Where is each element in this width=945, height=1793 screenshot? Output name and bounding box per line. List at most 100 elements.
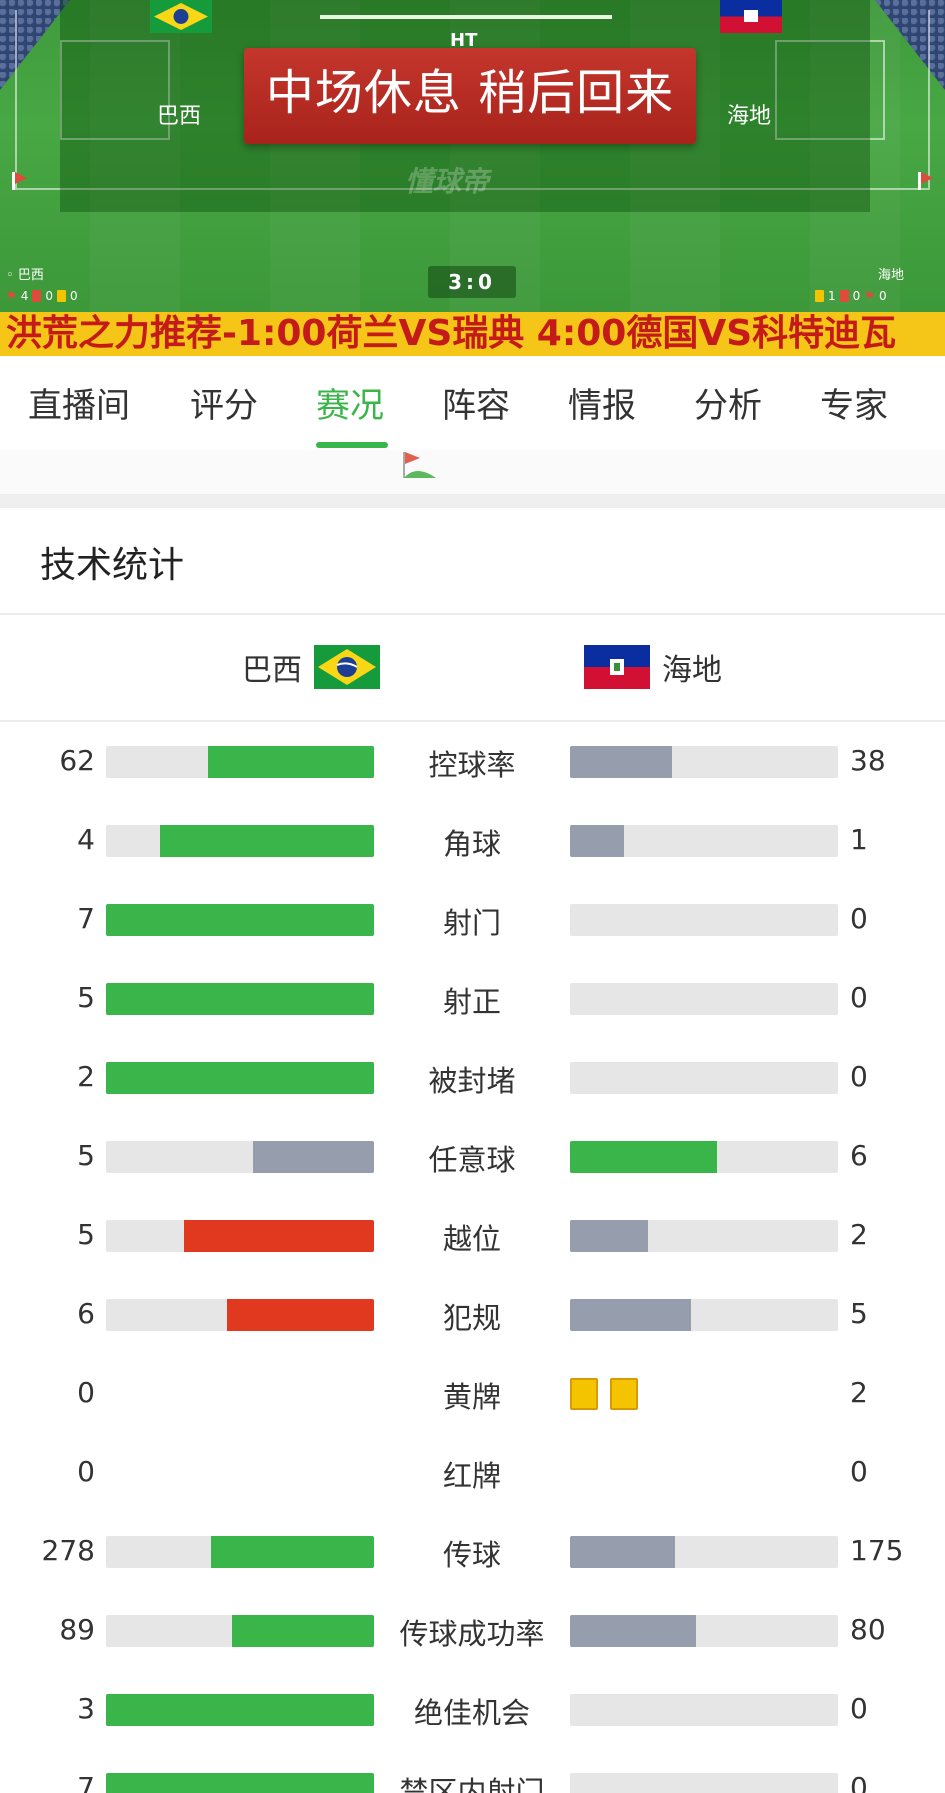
tab-intel[interactable]: 情报 (568, 378, 636, 438)
away-stat-value: 0 (850, 902, 868, 935)
corner-flag-icon (403, 452, 436, 478)
away-stat-bar-track (570, 1299, 838, 1331)
home-stat-value: 4 (77, 823, 95, 856)
stat-label: 红牌 (442, 1459, 501, 1493)
home-stat-value: 5 (77, 1139, 95, 1172)
mini-home-team: ◦ 巴西 (6, 268, 44, 283)
tab-analysis[interactable]: 分析 (694, 378, 762, 438)
away-stat-value: 6 (850, 1139, 868, 1172)
yellow-card-icon (570, 1378, 598, 1410)
tab-lineup[interactable]: 阵容 (442, 378, 510, 438)
stat-row: 0 黄牌 2 (0, 1354, 945, 1433)
stat-row: 278 传球 175 (0, 1512, 945, 1591)
home-stat-bar (106, 983, 374, 1015)
home-stat-bar-track (106, 1773, 374, 1793)
stat-label: 绝佳机会 (413, 1696, 530, 1730)
red-card-icon (839, 290, 849, 302)
away-stat-value: 0 (850, 1455, 868, 1488)
stat-row: 62 控球率 38 (0, 722, 945, 801)
section-title: 技术统计 (40, 545, 185, 586)
away-stat-bar (570, 1299, 691, 1331)
stats-away-team: 海地 (584, 645, 722, 689)
home-stat-value: 7 (77, 1771, 95, 1793)
tab-rating[interactable]: 评分 (190, 378, 258, 438)
home-stat-bar (106, 1773, 374, 1793)
haiti-flag-icon (584, 645, 650, 689)
away-stat-value: 2 (850, 1376, 868, 1409)
away-stat-value: 5 (850, 1297, 868, 1330)
tab-experts[interactable]: 专家 (820, 378, 888, 438)
red-card-icon (32, 290, 42, 302)
away-stat-bar-track (570, 1615, 838, 1647)
stat-row: 2 被封堵 0 (0, 1038, 945, 1117)
away-stat-bar-track (570, 746, 838, 778)
event-timeline-strip (0, 450, 945, 496)
away-stat-bar-track (570, 825, 838, 857)
home-stat-bar (208, 746, 374, 778)
home-stat-bar (232, 1615, 374, 1647)
corner-flag-icon (12, 172, 27, 190)
match-pitch-view: HT 中场休息 稍后回来 巴西 海地 懂球帝 ◦ 巴西 海地 ⚑ 4 0 0 1… (0, 0, 945, 312)
away-stat-bar-track (570, 1773, 838, 1793)
away-stat-value: 80 (850, 1613, 886, 1646)
home-stat-bar (253, 1141, 374, 1173)
tab-live-room[interactable]: 直播间 (28, 378, 130, 438)
home-stat-value: 5 (77, 981, 95, 1014)
home-stat-bar-track (106, 1615, 374, 1647)
corner-icon: ⚑ (6, 289, 17, 303)
stat-label: 犯规 (442, 1301, 501, 1335)
progress-bar (320, 15, 612, 19)
away-stat-bar (570, 746, 672, 778)
stat-label: 禁区内射门 (399, 1775, 545, 1793)
home-stat-value: 0 (77, 1455, 95, 1488)
brazil-flag-icon (314, 645, 380, 689)
home-stat-bar-track (106, 1536, 374, 1568)
away-stat-bar-track (570, 983, 838, 1015)
stat-label: 被封堵 (428, 1064, 516, 1098)
stat-label: 任意球 (428, 1143, 516, 1177)
away-stat-value: 0 (850, 981, 868, 1014)
section-divider (0, 494, 945, 508)
away-stat-bar-track (570, 1220, 838, 1252)
stat-label: 射门 (442, 906, 501, 940)
promo-ticker[interactable]: 洪荒之力推荐-1:00荷兰VS瑞典 4:00德国VS科特迪瓦 (0, 312, 945, 356)
scoreboard: 3:0 (428, 266, 516, 298)
home-stat-bar (184, 1220, 374, 1252)
tab-match-status[interactable]: 赛况 (316, 378, 384, 438)
stat-row: 4 角球 1 (0, 801, 945, 880)
stat-row: 7 射门 0 (0, 880, 945, 959)
home-team-name: 巴西 (157, 104, 202, 129)
home-stat-bar-track (106, 825, 374, 857)
away-stat-bar-track (570, 1536, 838, 1568)
home-stat-value: 0 (77, 1376, 95, 1409)
home-stat-bar (106, 1694, 374, 1726)
corner-flag-icon (918, 172, 933, 190)
stat-row: 5 任意球 6 (0, 1117, 945, 1196)
stat-row: 3 绝佳机会 0 (0, 1670, 945, 1749)
away-stat-bar (570, 825, 624, 857)
away-cards (570, 1378, 638, 1410)
away-mini-stats: 1 0 ⚑ 0 (815, 289, 887, 303)
stat-row: 0 红牌 0 (0, 1433, 945, 1512)
home-stat-value: 278 (41, 1534, 95, 1567)
stat-label: 射正 (442, 985, 501, 1019)
stat-label: 传球成功率 (399, 1617, 545, 1651)
away-stat-value: 2 (850, 1218, 868, 1251)
stat-label: 越位 (442, 1222, 501, 1256)
yellow-card-icon (57, 290, 67, 302)
stat-row: 6 犯规 5 (0, 1275, 945, 1354)
brazil-flag-icon (150, 0, 212, 33)
away-stat-bar (570, 1220, 648, 1252)
home-stat-bar (106, 904, 374, 936)
home-stat-value: 2 (77, 1060, 95, 1093)
away-stat-value: 1 (850, 823, 868, 856)
stat-label: 传球 (442, 1538, 501, 1572)
home-stat-bar (227, 1299, 374, 1331)
home-stat-value: 3 (77, 1692, 95, 1725)
watermark-logo: 懂球帝 (405, 165, 490, 198)
home-stat-bar-track (106, 1062, 374, 1094)
away-stat-bar-track (570, 1694, 838, 1726)
away-stat-value: 0 (850, 1692, 868, 1725)
home-stat-value: 6 (77, 1297, 95, 1330)
stat-label: 角球 (442, 827, 501, 861)
